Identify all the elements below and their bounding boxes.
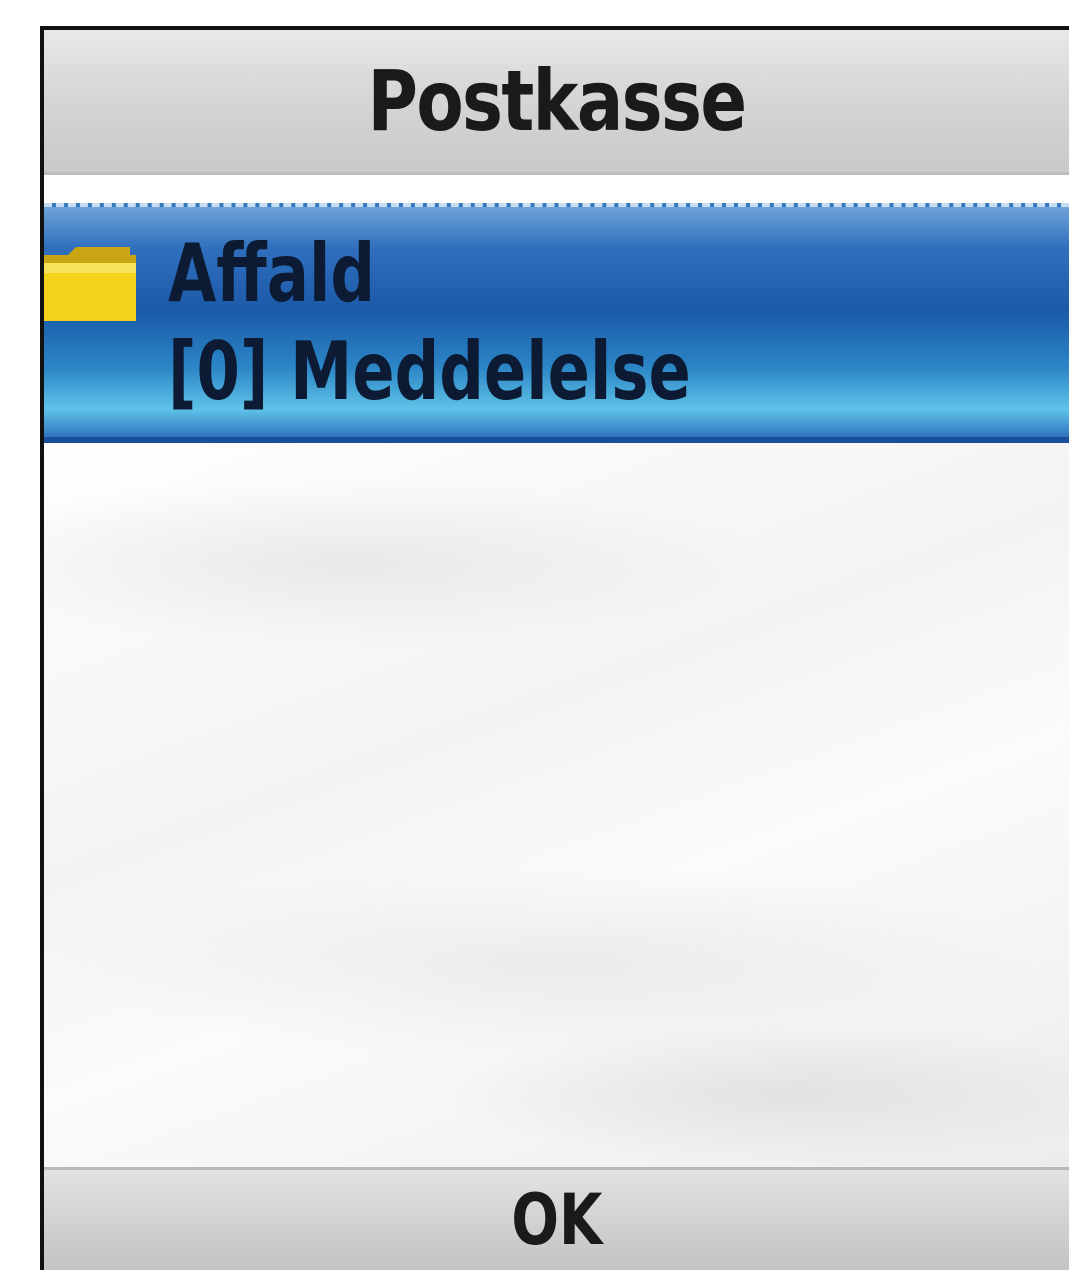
phone-screen: Postkasse Affald [0] Meddelelse OK <box>40 26 1069 1270</box>
message-count: [0] Meddelelse <box>168 325 691 418</box>
ok-softkey[interactable]: OK <box>511 1179 602 1261</box>
page-title: Postkasse <box>367 52 748 150</box>
list-item-affald[interactable]: Affald [0] Meddelelse <box>44 203 1069 443</box>
softkey-bar: OK <box>44 1167 1069 1270</box>
list-header-spacer <box>44 175 1069 203</box>
folder-list: Affald [0] Meddelelse <box>44 203 1069 443</box>
folder-name: Affald <box>168 227 376 320</box>
title-bar: Postkasse <box>44 30 1069 175</box>
folder-icon <box>44 245 136 321</box>
empty-content-area <box>44 443 1069 1173</box>
